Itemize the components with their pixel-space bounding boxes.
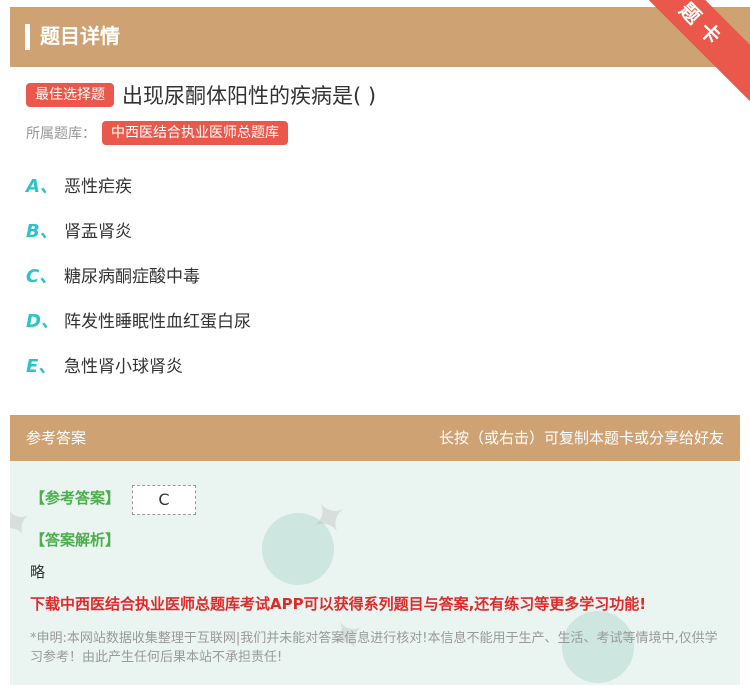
library-link[interactable]: 中西医结合执业医师总题库	[102, 121, 288, 145]
corner-ribbon: 题卡	[630, 0, 750, 120]
answer-label: 【参考答案】	[30, 489, 121, 507]
share-hint: 长按（或右击）可复制本题卡或分享给好友	[438, 429, 724, 447]
option-list: A、 恶性疟疾 B、 肾盂肾炎 C、 糖尿病酮症酸中毒 D、 阵发性睡眠性血红蛋…	[26, 174, 251, 399]
answer-value: C	[132, 485, 196, 515]
option-letter: D、	[26, 311, 59, 332]
analysis-text: 略	[30, 563, 46, 581]
page-title: 题目详情	[40, 24, 120, 48]
question-type-badge: 最佳选择题	[26, 83, 114, 107]
option-e[interactable]: E、 急性肾小球肾炎	[26, 354, 251, 399]
answer-header: 参考答案 长按（或右击）可复制本题卡或分享给好友	[10, 415, 740, 461]
option-letter: C、	[26, 266, 58, 287]
option-text: 恶性疟疾	[64, 177, 132, 197]
option-letter: B、	[26, 221, 58, 242]
answer-body: ✦ ✦ ✦ 【参考答案】 C 【答案解析】 略 下载中西医结合执业医师总题库考试…	[10, 461, 740, 685]
option-a[interactable]: A、 恶性疟疾	[26, 174, 251, 219]
option-letter: A、	[26, 176, 58, 197]
question-row: 最佳选择题 出现尿酮体阳性的疾病是( )	[26, 80, 376, 110]
analysis-label: 【答案解析】	[30, 531, 121, 549]
ribbon-label: 题卡	[630, 0, 750, 115]
option-c[interactable]: C、 糖尿病酮症酸中毒	[26, 264, 251, 309]
option-d[interactable]: D、 阵发性睡眠性血红蛋白尿	[26, 309, 251, 354]
option-b[interactable]: B、 肾盂肾炎	[26, 219, 251, 264]
option-text: 急性肾小球肾炎	[64, 357, 183, 377]
download-app-link[interactable]: 下载中西医结合执业医师总题库考试APP可以获得系列题目与答案,还有练习等更多学习…	[30, 593, 646, 614]
option-text: 阵发性睡眠性血红蛋白尿	[64, 312, 251, 332]
answer-section-title: 参考答案	[26, 429, 87, 447]
header-accent-bar	[25, 24, 30, 50]
disclaimer-text: *申明:本网站数据收集整理于互联网|我们并未能对答案信息进行核对!本信息不能用于…	[30, 631, 718, 665]
option-letter: E、	[26, 356, 57, 377]
library-label: 所属题库：	[26, 126, 96, 142]
option-text: 糖尿病酮症酸中毒	[64, 267, 200, 287]
library-row: 所属题库： 中西医结合执业医师总题库	[26, 120, 288, 146]
option-text: 肾盂肾炎	[64, 222, 132, 242]
watermark-logo-icon	[262, 513, 334, 585]
question-text: 出现尿酮体阳性的疾病是( )	[122, 84, 377, 108]
